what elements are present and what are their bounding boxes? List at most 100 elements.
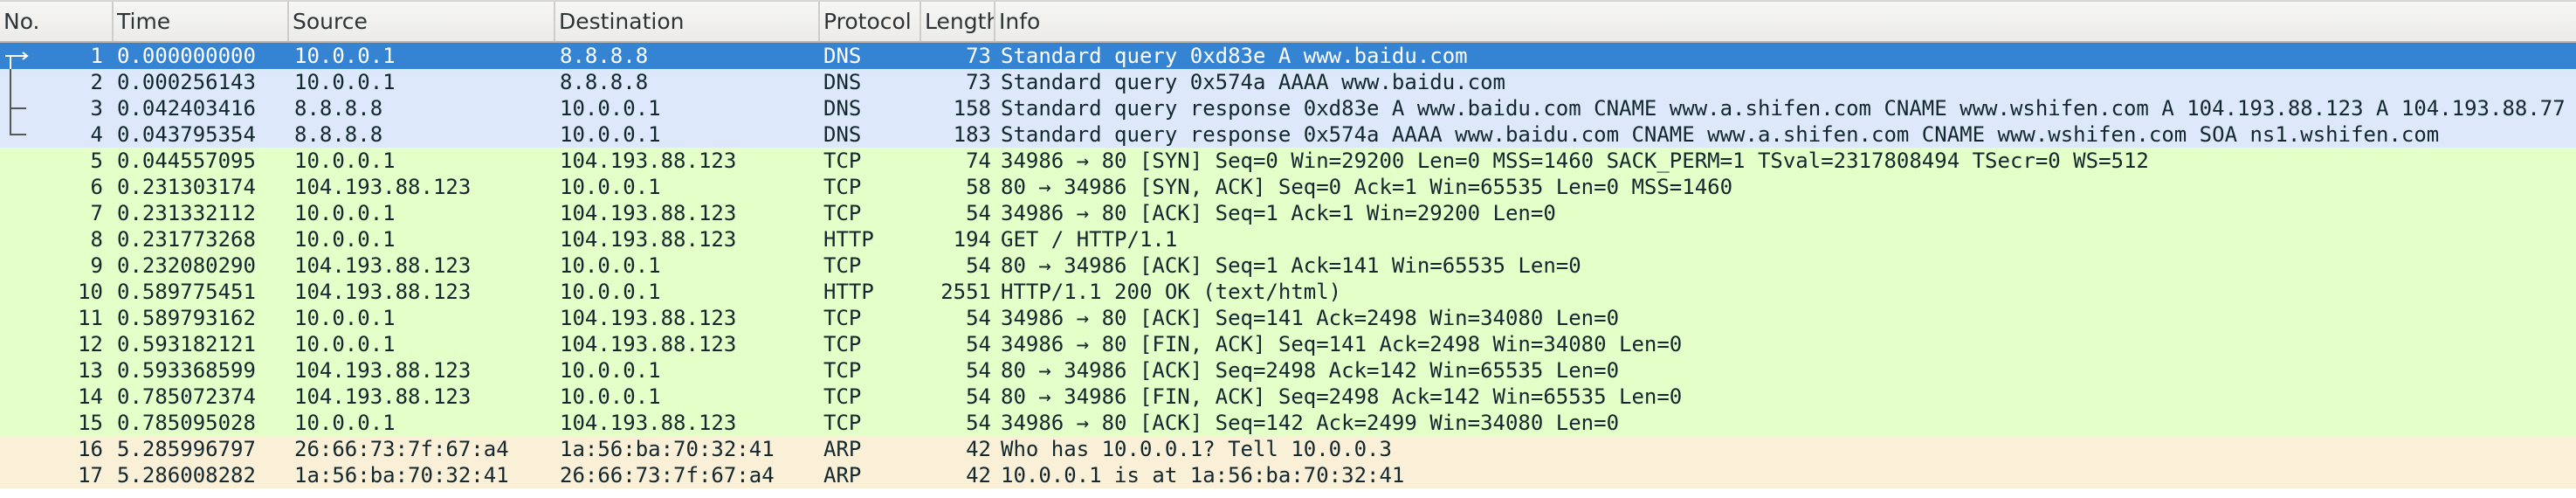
cell-destination: 104.193.88.123: [560, 306, 737, 330]
column-header-no[interactable]: No.: [0, 2, 114, 41]
packet-row[interactable]: 8 0.231773268 10.0.0.1 104.193.88.123 HTTP 19…: [0, 226, 2576, 252]
packet-row[interactable]: 15 0.785095028 10.0.0.1 104.193.88.123 TCP 54…: [0, 410, 2576, 436]
packet-row[interactable]: 3 0.042403416 8.8.8.8 10.0.0.1 DNS 158 Standar…: [0, 95, 2576, 121]
cell-info: 34986 → 80 [ACK] Seq=142 Ack=2499 Win=34…: [1001, 411, 1620, 435]
cell-length: 183: [953, 122, 991, 147]
cell-destination: 10.0.0.1: [560, 280, 661, 304]
column-header-info[interactable]: Info: [995, 2, 2576, 41]
packet-row[interactable]: 13 0.593368599 104.193.88.123 10.0.0.1 TCP 54…: [0, 357, 2576, 384]
cell-time: 0.043795354: [117, 122, 256, 147]
cell-destination: 10.0.0.1: [560, 384, 661, 409]
cell-destination: 8.8.8.8: [560, 70, 649, 94]
cell-source: 10.0.0.1: [294, 149, 396, 173]
column-header-length[interactable]: Length: [921, 2, 995, 41]
cell-destination: 1a:56:ba:70:32:41: [560, 437, 775, 461]
cell-info: GET / HTTP/1.1: [1001, 227, 1178, 252]
cell-protocol: TCP: [823, 384, 862, 409]
cell-destination: 26:66:73:7f:67:a4: [560, 463, 775, 488]
cell-length: 54: [966, 358, 991, 383]
cell-length: 158: [953, 96, 991, 121]
cell-info: 34986 → 80 [FIN, ACK] Seq=141 Ack=2498 W…: [1001, 332, 1683, 356]
cell-destination: 8.8.8.8: [560, 44, 649, 68]
cell-source: 10.0.0.1: [294, 332, 396, 356]
cell-source: 10.0.0.1: [294, 201, 396, 225]
cell-time: 0.231773268: [117, 227, 256, 252]
cell-time: 0.000000000: [117, 44, 256, 68]
packet-row[interactable]: 10 0.589775451 104.193.88.123 10.0.0.1 HTTP 2…: [0, 279, 2576, 305]
packet-row[interactable]: 12 0.593182121 10.0.0.1 104.193.88.123 TCP 54…: [0, 331, 2576, 357]
cell-source: 1a:56:ba:70:32:41: [294, 463, 509, 488]
cell-length: 194: [953, 227, 991, 252]
cell-time: 0.589793162: [117, 306, 256, 330]
packet-row[interactable]: 9 0.232080290 104.193.88.123 10.0.0.1 TCP 54 8…: [0, 252, 2576, 279]
column-header-time[interactable]: Time: [114, 2, 289, 41]
cell-source: 104.193.88.123: [294, 175, 472, 199]
column-header-source[interactable]: Source: [289, 2, 555, 41]
cell-info: 80 → 34986 [FIN, ACK] Seq=2498 Ack=142 W…: [1001, 384, 1683, 409]
cell-info: HTTP/1.1 200 OK (text/html): [1001, 280, 1342, 304]
packet-row[interactable]: 1 0.000000000 10.0.0.1 8.8.8.8 DNS 73 Standard…: [0, 43, 2576, 69]
cell-no: 6: [90, 175, 103, 199]
cell-length: 54: [966, 253, 991, 278]
cell-time: 0.589775451: [117, 280, 256, 304]
cell-source: 26:66:73:7f:67:a4: [294, 437, 509, 461]
related-line-icon: [10, 121, 26, 135]
cell-destination: 10.0.0.1: [560, 122, 661, 147]
cell-protocol: HTTP: [823, 280, 874, 304]
cell-source: 104.193.88.123: [294, 253, 472, 278]
cell-no: 8: [90, 227, 103, 252]
cell-source: 104.193.88.123: [294, 280, 472, 304]
cell-time: 0.231332112: [117, 201, 256, 225]
cell-destination: 104.193.88.123: [560, 201, 737, 225]
packet-row[interactable]: 2 0.000256143 10.0.0.1 8.8.8.8 DNS 73 Standard…: [0, 69, 2576, 95]
cell-protocol: DNS: [823, 122, 862, 147]
cell-length: 73: [966, 70, 991, 94]
related-response-icon: [10, 95, 26, 121]
cell-protocol: ARP: [823, 437, 862, 461]
cell-no: 13: [78, 358, 103, 383]
cell-no: 15: [78, 411, 103, 435]
cell-info: Who has 10.0.0.1? Tell 10.0.0.3: [1001, 437, 1392, 461]
packet-row[interactable]: 17 5.286008282 1a:56:ba:70:32:41 26:66:73:7…: [0, 462, 2576, 488]
packet-row[interactable]: 4 0.043795354 8.8.8.8 10.0.0.1 DNS 183 Standar…: [0, 121, 2576, 148]
cell-length: 54: [966, 332, 991, 356]
cell-protocol: TCP: [823, 306, 862, 330]
cell-length: 74: [966, 149, 991, 173]
packet-row[interactable]: 16 5.285996797 26:66:73:7f:67:a4 1a:56:ba:7…: [0, 436, 2576, 462]
cell-no: 10: [78, 280, 103, 304]
column-header-protocol[interactable]: Protocol: [820, 2, 921, 41]
cell-no: 17: [78, 463, 103, 488]
packet-row[interactable]: 11 0.589793162 10.0.0.1 104.193.88.123 TCP 54…: [0, 305, 2576, 331]
related-request-icon: [5, 52, 29, 69]
cell-source: 8.8.8.8: [294, 96, 383, 121]
cell-time: 0.593182121: [117, 332, 256, 356]
cell-length: 2551: [940, 280, 991, 304]
cell-length: 42: [966, 437, 991, 461]
cell-length: 54: [966, 411, 991, 435]
cell-no: 11: [78, 306, 103, 330]
cell-destination: 104.193.88.123: [560, 332, 737, 356]
cell-source: 8.8.8.8: [294, 122, 383, 147]
cell-protocol: HTTP: [823, 227, 874, 252]
packet-row[interactable]: 7 0.231332112 10.0.0.1 104.193.88.123 TCP 54 3…: [0, 200, 2576, 226]
cell-destination: 104.193.88.123: [560, 149, 737, 173]
cell-protocol: TCP: [823, 201, 862, 225]
column-header-destination[interactable]: Destination: [555, 2, 820, 41]
cell-length: 54: [966, 384, 991, 409]
cell-protocol: TCP: [823, 253, 862, 278]
packet-row[interactable]: 5 0.044557095 10.0.0.1 104.193.88.123 TCP 74 3…: [0, 148, 2576, 174]
cell-time: 0.785072374: [117, 384, 256, 409]
cell-info: Standard query 0xd83e A www.baidu.com: [1001, 44, 1468, 68]
cell-length: 54: [966, 201, 991, 225]
cell-info: 80 → 34986 [ACK] Seq=2498 Ack=142 Win=65…: [1001, 358, 1620, 383]
cell-protocol: ARP: [823, 463, 862, 488]
packet-list-header: No. Time Source Destination Protocol Len…: [0, 0, 2576, 43]
packet-row[interactable]: 6 0.231303174 104.193.88.123 10.0.0.1 TCP 58 8…: [0, 174, 2576, 200]
cell-no: 12: [78, 332, 103, 356]
packet-row[interactable]: 14 0.785072374 104.193.88.123 10.0.0.1 TCP 54…: [0, 384, 2576, 410]
cell-source: 104.193.88.123: [294, 384, 472, 409]
cell-info: 10.0.0.1 is at 1a:56:ba:70:32:41: [1001, 463, 1405, 488]
cell-time: 0.232080290: [117, 253, 256, 278]
cell-protocol: TCP: [823, 149, 862, 173]
cell-source: 10.0.0.1: [294, 227, 396, 252]
